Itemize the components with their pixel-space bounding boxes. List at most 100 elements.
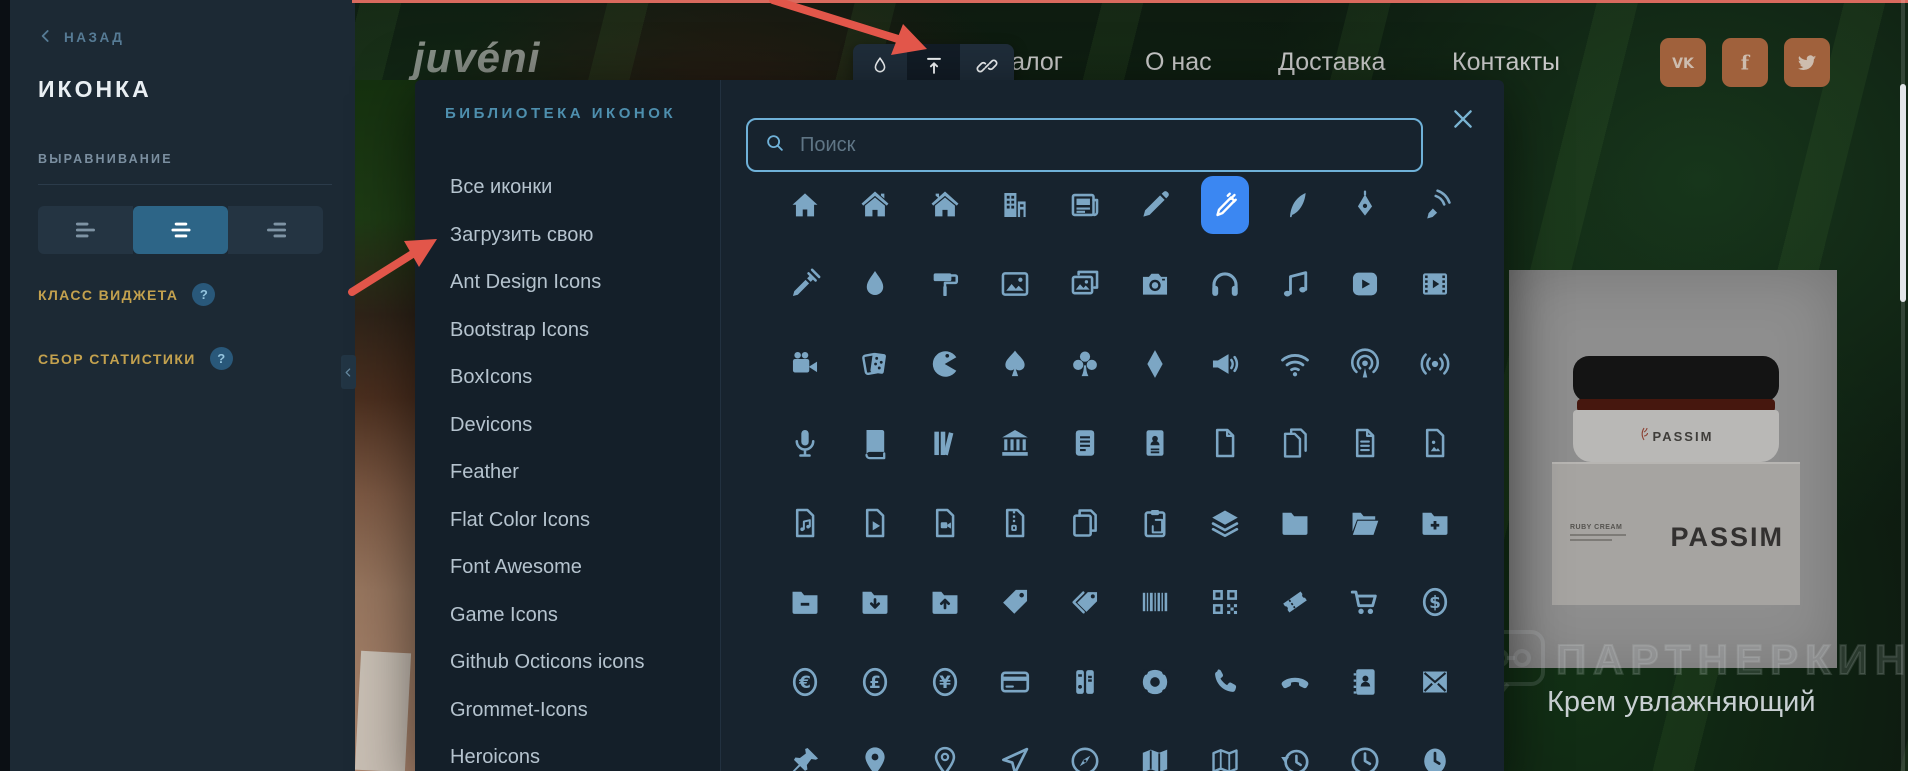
library-item-3[interactable]: Ant Design Icons [415, 259, 720, 307]
compass-icon[interactable] [1050, 722, 1120, 771]
bookshelf-icon[interactable] [910, 404, 980, 484]
library-item-12[interactable]: Grommet-Icons [415, 687, 720, 735]
pushpin-icon[interactable] [770, 722, 840, 771]
library-item-11[interactable]: Github Octicons icons [415, 639, 720, 687]
tags-icon[interactable] [1050, 563, 1120, 643]
library-item-9[interactable]: Font Awesome [415, 544, 720, 592]
address-book-icon[interactable] [1330, 642, 1400, 722]
library-item-6[interactable]: Devicons [415, 402, 720, 450]
coin-pound-icon[interactable]: £ [840, 642, 910, 722]
ticket-icon[interactable] [1260, 563, 1330, 643]
scrollbar-thumb[interactable] [1900, 84, 1906, 302]
pen-nib-icon[interactable] [1330, 165, 1400, 245]
library-item-1[interactable]: Все иконки [415, 164, 720, 212]
file-video-icon[interactable] [910, 483, 980, 563]
marker-outline-icon[interactable] [910, 722, 980, 771]
folder-plus-icon[interactable] [1400, 483, 1470, 563]
folder-up-icon[interactable] [910, 563, 980, 643]
file-play-icon[interactable] [840, 483, 910, 563]
qrcode-icon[interactable] [1190, 563, 1260, 643]
file-icon[interactable] [1190, 404, 1260, 484]
music-icon[interactable] [1260, 245, 1330, 325]
nav-item-4[interactable]: Контакты [1452, 48, 1560, 77]
spade-icon[interactable] [980, 324, 1050, 404]
cart-icon[interactable] [1330, 563, 1400, 643]
quill-icon[interactable] [1260, 165, 1330, 245]
eyedropper-icon[interactable] [770, 245, 840, 325]
align-right-button[interactable] [228, 206, 323, 254]
layers-icon[interactable] [1190, 483, 1260, 563]
id-card-icon[interactable] [1120, 404, 1190, 484]
facebook-icon[interactable]: f [1722, 38, 1768, 87]
bank-icon[interactable] [980, 404, 1050, 484]
coin-dollar-icon[interactable]: $ [1400, 563, 1470, 643]
library-item-8[interactable]: Flat Color Icons [415, 497, 720, 545]
twitter-icon[interactable] [1784, 38, 1830, 87]
file-zip-icon[interactable] [980, 483, 1050, 563]
film-play-icon[interactable] [1400, 245, 1470, 325]
barcode-icon[interactable] [1120, 563, 1190, 643]
file-text-icon[interactable] [1330, 404, 1400, 484]
library-item-5[interactable]: BoxIcons [415, 354, 720, 402]
coin-euro-icon[interactable]: € [770, 642, 840, 722]
align-left-button[interactable] [38, 206, 133, 254]
broadcast-icon[interactable] [1400, 324, 1470, 404]
navigation-icon[interactable] [980, 722, 1050, 771]
company-icon[interactable] [980, 165, 1050, 245]
wifi-icon[interactable] [1260, 324, 1330, 404]
pen-signal-icon[interactable] [1400, 165, 1470, 245]
tag-icon[interactable] [980, 563, 1050, 643]
movie-camera-icon[interactable] [770, 324, 840, 404]
pencil-icon[interactable] [1120, 165, 1190, 245]
folder-minus-icon[interactable] [770, 563, 840, 643]
reader-icon[interactable] [1050, 404, 1120, 484]
folder-icon[interactable] [1260, 483, 1330, 563]
copy-icon[interactable] [1050, 483, 1120, 563]
help-badge[interactable]: ? [209, 347, 233, 370]
clock-icon[interactable] [1330, 722, 1400, 771]
folder-open-icon[interactable] [1330, 483, 1400, 563]
phone-down-icon[interactable] [1260, 642, 1330, 722]
credit-card-icon[interactable] [980, 642, 1050, 722]
marker-icon[interactable] [840, 722, 910, 771]
files-icon[interactable] [1260, 404, 1330, 484]
paint-roller-icon[interactable] [910, 245, 980, 325]
clock-filled-icon[interactable] [1400, 722, 1470, 771]
images-icon[interactable] [1050, 245, 1120, 325]
edit-pen-icon[interactable] [1190, 165, 1260, 245]
selected-icon-highlight[interactable] [1201, 175, 1249, 234]
home-chimney-icon[interactable] [840, 165, 910, 245]
lifebuoy-icon[interactable] [1120, 642, 1190, 722]
nav-item-3[interactable]: Доставка [1278, 48, 1385, 77]
newspaper-icon[interactable] [1050, 165, 1120, 245]
clubs-icon[interactable] [1050, 324, 1120, 404]
clipboard-icon[interactable] [1120, 483, 1190, 563]
close-icon[interactable] [1450, 106, 1478, 134]
home-icon[interactable] [770, 165, 840, 245]
library-item-2[interactable]: Загрузить свою [415, 212, 720, 260]
file-music-icon[interactable] [770, 483, 840, 563]
envelope-icon[interactable] [1400, 642, 1470, 722]
help-badge[interactable]: ? [192, 283, 216, 306]
calculator-icon[interactable] [1050, 642, 1120, 722]
library-item-4[interactable]: Bootstrap Icons [415, 307, 720, 355]
microphone-icon[interactable] [770, 404, 840, 484]
camera-icon[interactable] [1120, 245, 1190, 325]
megaphone-icon[interactable] [1190, 324, 1260, 404]
coin-yen-icon[interactable]: ¥ [910, 642, 980, 722]
diamond-icon[interactable] [1120, 324, 1190, 404]
file-image-icon[interactable] [1400, 404, 1470, 484]
image-icon[interactable] [980, 245, 1050, 325]
map-outline-icon[interactable] [1190, 722, 1260, 771]
book-icon[interactable] [840, 404, 910, 484]
phone-icon[interactable] [1190, 642, 1260, 722]
back-button[interactable]: НАЗАД [38, 28, 124, 47]
library-item-7[interactable]: Feather [415, 449, 720, 497]
nav-item-2[interactable]: О нас [1145, 48, 1212, 77]
folder-down-icon[interactable] [840, 563, 910, 643]
library-item-13[interactable]: Heroicons [415, 734, 720, 771]
align-center-button[interactable] [133, 206, 228, 254]
search-input[interactable] [798, 132, 1421, 158]
vk-icon[interactable]: VK [1660, 38, 1706, 87]
play-square-icon[interactable] [1330, 245, 1400, 325]
